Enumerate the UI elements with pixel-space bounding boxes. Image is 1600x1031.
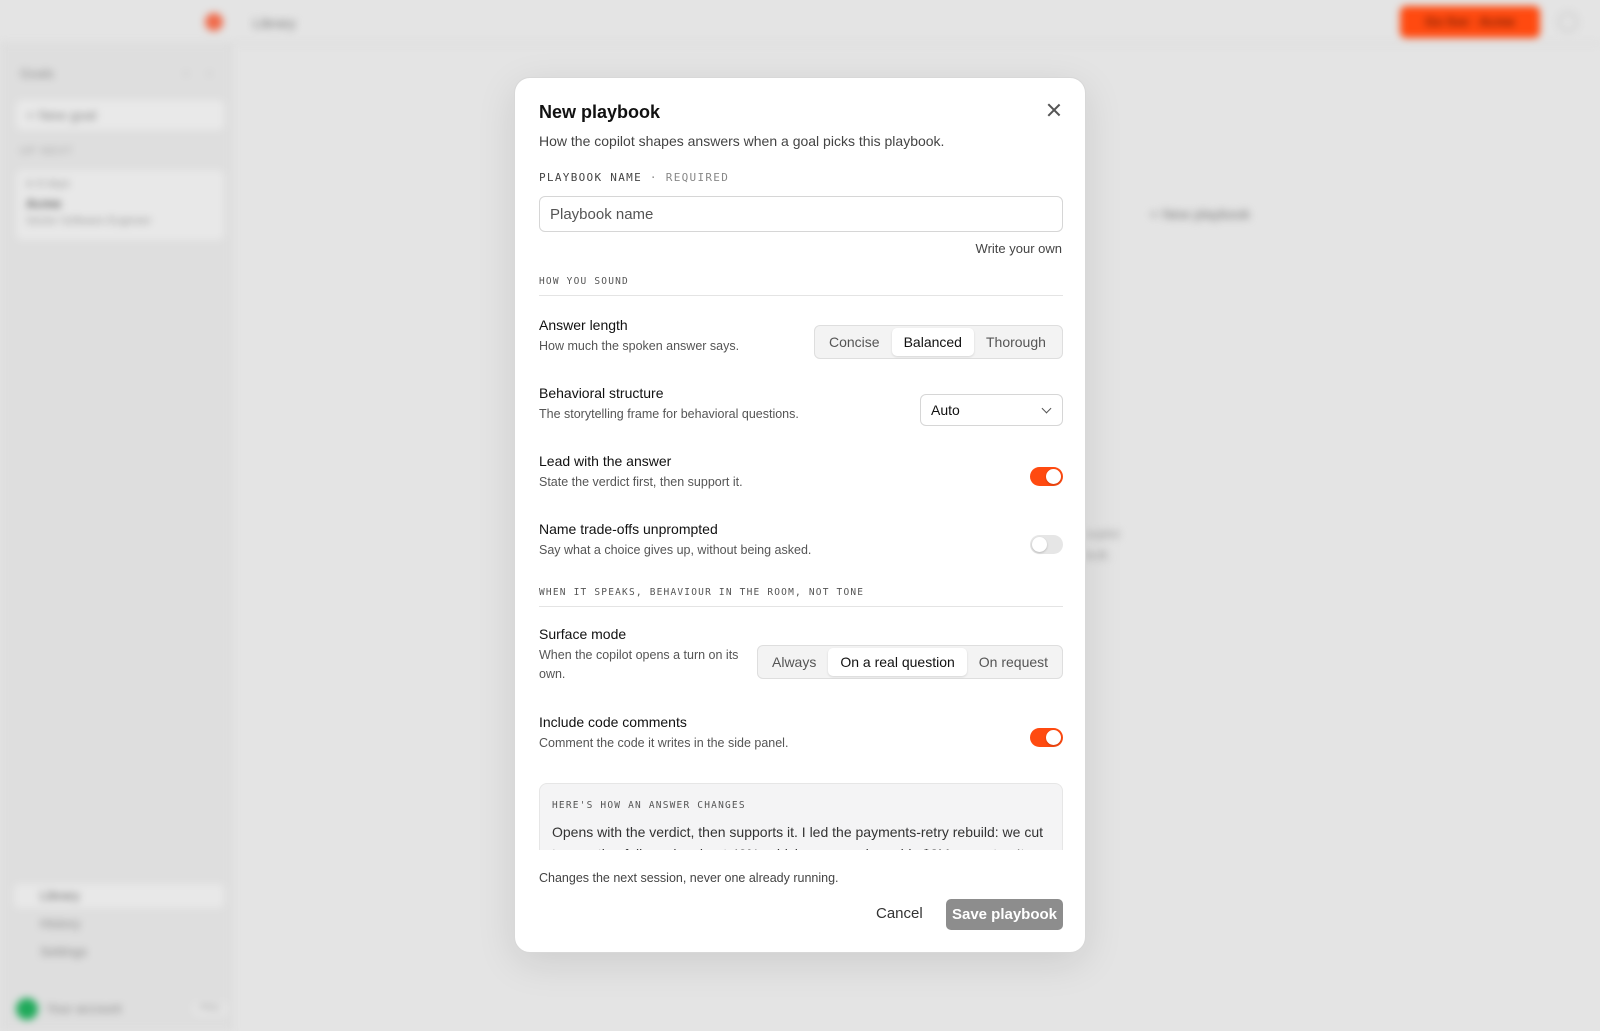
name-tradeoffs-toggle[interactable]	[1030, 535, 1063, 554]
chevron-down-icon	[1041, 403, 1052, 414]
new-goal-button[interactable]: + New goal	[16, 100, 224, 130]
go-live-button[interactable]: Go live · Acme	[1400, 6, 1540, 38]
behavioral-structure-select[interactable]: Auto	[920, 394, 1063, 426]
goal-card-role: Senior Software Engineer	[26, 215, 152, 227]
behavioral-structure-desc: The storytelling frame for behavioral qu…	[539, 407, 799, 421]
answer-length-balanced[interactable]: Balanced	[891, 328, 974, 356]
code-comments-desc: Comment the code it writes in the side p…	[539, 736, 789, 750]
surface-mode-always[interactable]: Always	[760, 648, 828, 676]
sidebar-section-label: UP NEXT	[20, 146, 74, 157]
cancel-button[interactable]: Cancel	[872, 897, 927, 929]
toggle-knob	[1032, 537, 1047, 552]
playbook-name-input[interactable]	[539, 196, 1063, 232]
lead-with-answer-toggle[interactable]	[1030, 467, 1063, 486]
answer-length-concise[interactable]: Concise	[817, 328, 892, 356]
name-tradeoffs-desc: Say what a choice gives up, without bein…	[539, 543, 812, 557]
preview-text: Opens with the verdict, then supports it…	[552, 824, 1044, 850]
toggle-knob	[1046, 469, 1061, 484]
app-logo-icon	[205, 13, 223, 31]
write-your-own-link[interactable]: Write your own	[976, 241, 1062, 256]
answer-length-desc: How much the spoken answer says.	[539, 339, 740, 353]
goal-card-meta: in 8 days	[26, 178, 71, 190]
top-bar: Library Go live · Acme	[0, 0, 1600, 44]
surface-mode-segmented: Always On a real question On request	[757, 645, 1063, 679]
answer-length-thorough[interactable]: Thorough	[974, 328, 1058, 356]
surface-mode-desc: When the copilot opens a turn on its own…	[539, 648, 739, 681]
section-how-you-sound: HOW YOU SOUND	[539, 276, 1063, 296]
toggle-knob	[1046, 730, 1061, 745]
surface-mode-on-request[interactable]: On request	[967, 648, 1060, 676]
sidebar: Goals ‹ › + New goal UP NEXT in 8 days A…	[0, 44, 232, 1031]
account-label: Your account	[46, 1001, 122, 1016]
required-marker: · REQUIRED	[642, 171, 730, 184]
sidebar-item-history[interactable]: History	[14, 912, 224, 936]
answer-preview: HERE'S HOW AN ANSWER CHANGES Opens with …	[539, 783, 1063, 850]
new-playbook-dialog: New playbook How the copilot shapes answ…	[514, 77, 1086, 953]
save-playbook-button[interactable]: Save playbook	[946, 899, 1063, 930]
surface-mode-real-question[interactable]: On a real question	[828, 648, 967, 676]
breadcrumb: Library	[253, 15, 296, 31]
plan-badge: PRO	[194, 1002, 226, 1015]
sidebar-item-settings[interactable]: Settings	[14, 940, 224, 964]
sidebar-title: Goals	[20, 66, 54, 81]
playbook-name-label-text: PLAYBOOK NAME	[539, 171, 642, 184]
help-icon[interactable]	[1558, 12, 1578, 32]
new-playbook-button[interactable]: + New playbook	[1150, 206, 1250, 222]
close-icon[interactable]	[1046, 102, 1062, 118]
behavioral-structure-value: Auto	[931, 402, 960, 418]
code-comments-toggle[interactable]	[1030, 728, 1063, 747]
section-when-it-speaks: WHEN IT SPEAKS, BEHAVIOUR IN THE ROOM, N…	[539, 587, 1063, 607]
dialog-title: New playbook	[539, 102, 661, 122]
surface-mode-title: Surface mode	[539, 626, 627, 642]
background-text: copilot	[1085, 527, 1120, 541]
background-text: built.	[1085, 548, 1111, 562]
playbook-name-label: PLAYBOOK NAME · REQUIRED	[539, 171, 729, 184]
answer-length-segmented: Concise Balanced Thorough	[814, 325, 1063, 359]
name-tradeoffs-title: Name trade-offs unprompted	[539, 521, 718, 537]
lead-with-answer-desc: State the verdict first, then support it…	[539, 475, 743, 489]
goal-card[interactable]: in 8 days Acme Senior Software Engineer	[16, 170, 224, 240]
avatar	[16, 998, 38, 1020]
code-comments-title: Include code comments	[539, 714, 687, 730]
sidebar-collapse-icon[interactable]: ‹ ›	[184, 66, 219, 80]
sidebar-item-library[interactable]: Library	[14, 884, 224, 908]
footer-note: Changes the next session, never one alre…	[539, 871, 839, 885]
answer-length-title: Answer length	[539, 317, 628, 333]
goal-card-company: Acme	[26, 196, 62, 211]
lead-with-answer-title: Lead with the answer	[539, 453, 672, 469]
behavioral-structure-title: Behavioral structure	[539, 385, 664, 401]
dialog-subtitle: How the copilot shapes answers when a go…	[539, 133, 945, 149]
preview-label: HERE'S HOW AN ANSWER CHANGES	[552, 800, 746, 811]
